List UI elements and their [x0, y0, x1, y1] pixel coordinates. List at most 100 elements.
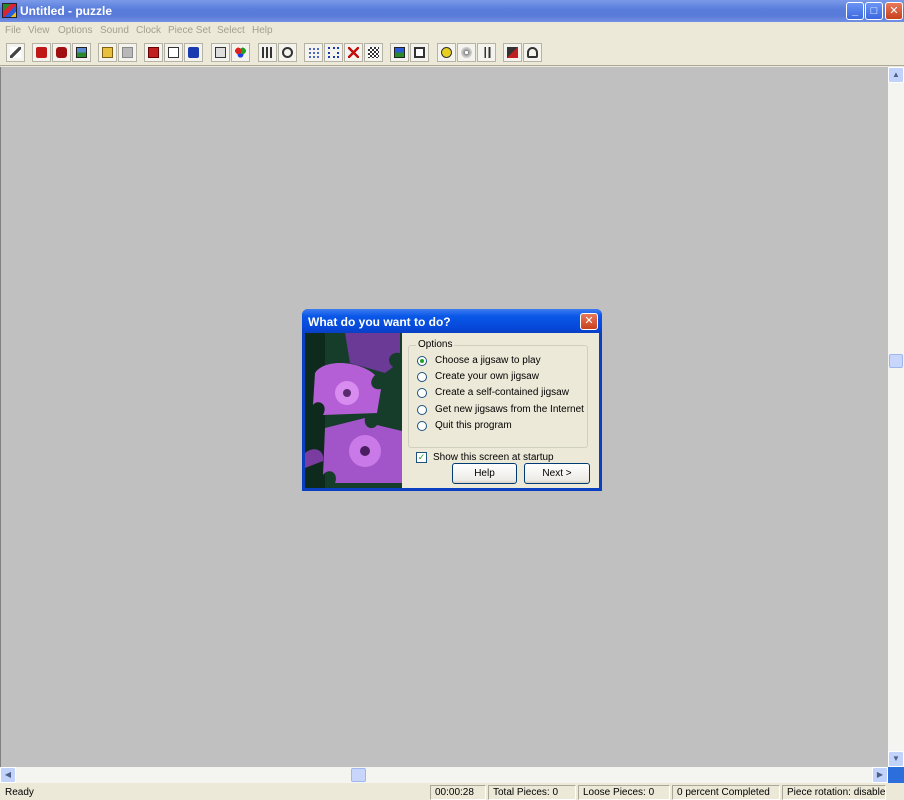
jigsaw-flower-picture	[305, 333, 402, 488]
scroll-up-button[interactable]: ▲	[888, 67, 904, 83]
fit-view-button[interactable]	[410, 43, 429, 62]
app-icon[interactable]	[2, 3, 17, 18]
menu-sound[interactable]: Sound	[100, 25, 129, 36]
dialog-next-button[interactable]: Next >	[524, 463, 590, 484]
menu-options[interactable]: Options	[58, 25, 92, 36]
radio-self-contained-jigsaw[interactable]	[417, 388, 427, 398]
music-icon	[481, 47, 492, 58]
radio-quit-program[interactable]	[417, 421, 427, 431]
menu-file[interactable]: File	[5, 25, 21, 36]
sound-button[interactable]	[437, 43, 456, 62]
scroll-left-button[interactable]: ◀	[0, 767, 16, 783]
shuffle-button[interactable]	[364, 43, 383, 62]
layers-icon	[507, 47, 518, 58]
delete-button[interactable]	[344, 43, 363, 62]
options-group: Options Choose a jigsaw to play Create y…	[408, 339, 588, 448]
split-puzzle-button[interactable]	[52, 43, 71, 62]
clock-button[interactable]	[278, 43, 297, 62]
option-label: Create your own jigsaw	[435, 371, 539, 382]
music-button[interactable]	[477, 43, 496, 62]
jigsaw-flower-image	[305, 333, 402, 488]
dialog-body: Options Choose a jigsaw to play Create y…	[305, 333, 599, 488]
dialog-title-bar[interactable]: What do you want to do?	[302, 309, 602, 333]
option-label: Quit this program	[435, 420, 512, 431]
radio-get-new-jigsaws[interactable]	[417, 405, 427, 415]
dialog-title: What do you want to do?	[308, 315, 451, 329]
horizontal-scroll-thumb[interactable]	[351, 768, 366, 782]
info-button[interactable]	[184, 43, 203, 62]
maximize-button[interactable]: □	[865, 2, 883, 20]
delete-icon	[348, 47, 359, 58]
cd-icon	[461, 47, 472, 58]
open-button[interactable]	[98, 43, 117, 62]
save-icon	[122, 47, 133, 58]
show-at-startup-checkbox[interactable]: ✓	[416, 452, 427, 463]
vertical-scroll-thumb[interactable]	[889, 354, 903, 368]
layers-button[interactable]	[503, 43, 522, 62]
wand-button[interactable]	[6, 43, 25, 62]
radio-choose-jigsaw[interactable]	[417, 356, 427, 366]
info-icon	[188, 47, 199, 58]
colors-button[interactable]	[231, 43, 250, 62]
menu-select[interactable]: Select	[217, 25, 245, 36]
puzzle-split-icon	[56, 47, 67, 58]
toolbar	[0, 40, 904, 66]
mail-button[interactable]	[164, 43, 183, 62]
fit-view-icon	[414, 47, 425, 58]
colors-icon	[235, 47, 246, 58]
dialog-help-button[interactable]: Help	[452, 463, 517, 484]
sound-icon	[441, 47, 452, 58]
horizontal-scrollbar[interactable]: ◀ ▶	[0, 767, 888, 783]
menu-help[interactable]: Help	[252, 25, 273, 36]
window-title: Untitled - puzzle	[20, 4, 112, 18]
grid-dots-button[interactable]	[304, 43, 323, 62]
grid-border-button[interactable]	[324, 43, 343, 62]
startup-dialog: What do you want to do? ✕ Options Choose…	[302, 309, 602, 491]
puzzle-red-icon	[36, 47, 47, 58]
menu-piece-set[interactable]: Piece Set	[168, 25, 211, 36]
new-puzzle-button[interactable]	[32, 43, 51, 62]
properties-button[interactable]	[211, 43, 230, 62]
menu-clock[interactable]: Clock	[136, 25, 161, 36]
dialog-close-button[interactable]: ✕	[580, 313, 598, 330]
mail-icon	[168, 47, 179, 58]
show-at-startup-label: Show this screen at startup	[433, 452, 554, 463]
scrollbar-corner	[888, 767, 904, 783]
help-button[interactable]	[523, 43, 542, 62]
clock-icon	[282, 47, 293, 58]
open-folder-icon	[102, 47, 113, 58]
radio-create-jigsaw[interactable]	[417, 372, 427, 382]
help-icon	[527, 47, 538, 58]
close-button[interactable]: ✕	[885, 2, 903, 20]
minimize-button[interactable]: _	[846, 2, 864, 20]
image-preview-icon	[394, 47, 405, 58]
option-label: Choose a jigsaw to play	[435, 355, 541, 366]
picture-icon	[76, 47, 87, 58]
status-loose-pieces: Loose Pieces: 0	[578, 785, 670, 800]
scatter-icon	[262, 47, 273, 58]
vertical-scrollbar[interactable]: ▲ ▼	[888, 67, 904, 767]
properties-icon	[215, 47, 226, 58]
menu-view[interactable]: View	[28, 25, 50, 36]
image-preview-button[interactable]	[390, 43, 409, 62]
cd-button[interactable]	[457, 43, 476, 62]
status-piece-rotation: Piece rotation: disabled	[782, 785, 886, 800]
shuffle-icon	[368, 47, 379, 58]
scroll-right-button[interactable]: ▶	[872, 767, 888, 783]
options-group-label: Options	[416, 339, 455, 350]
menu-bar: File View Options Sound Clock Piece Set …	[0, 22, 904, 40]
picture-button[interactable]	[72, 43, 91, 62]
save-button[interactable]	[118, 43, 137, 62]
gift-icon	[148, 47, 159, 58]
grid-dots-icon	[308, 47, 319, 58]
status-total-pieces: Total Pieces: 0	[488, 785, 576, 800]
scroll-down-button[interactable]: ▼	[888, 751, 904, 767]
gift-button[interactable]	[144, 43, 163, 62]
status-message: Ready	[5, 787, 34, 798]
grid-border-icon	[328, 47, 339, 58]
option-label: Create a self-contained jigsaw	[435, 387, 569, 398]
option-label: Get new jigsaws from the Internet	[435, 404, 584, 415]
wand-icon	[10, 47, 21, 58]
title-bar[interactable]: Untitled - puzzle _ □ ✕	[0, 0, 904, 22]
scatter-button[interactable]	[258, 43, 277, 62]
